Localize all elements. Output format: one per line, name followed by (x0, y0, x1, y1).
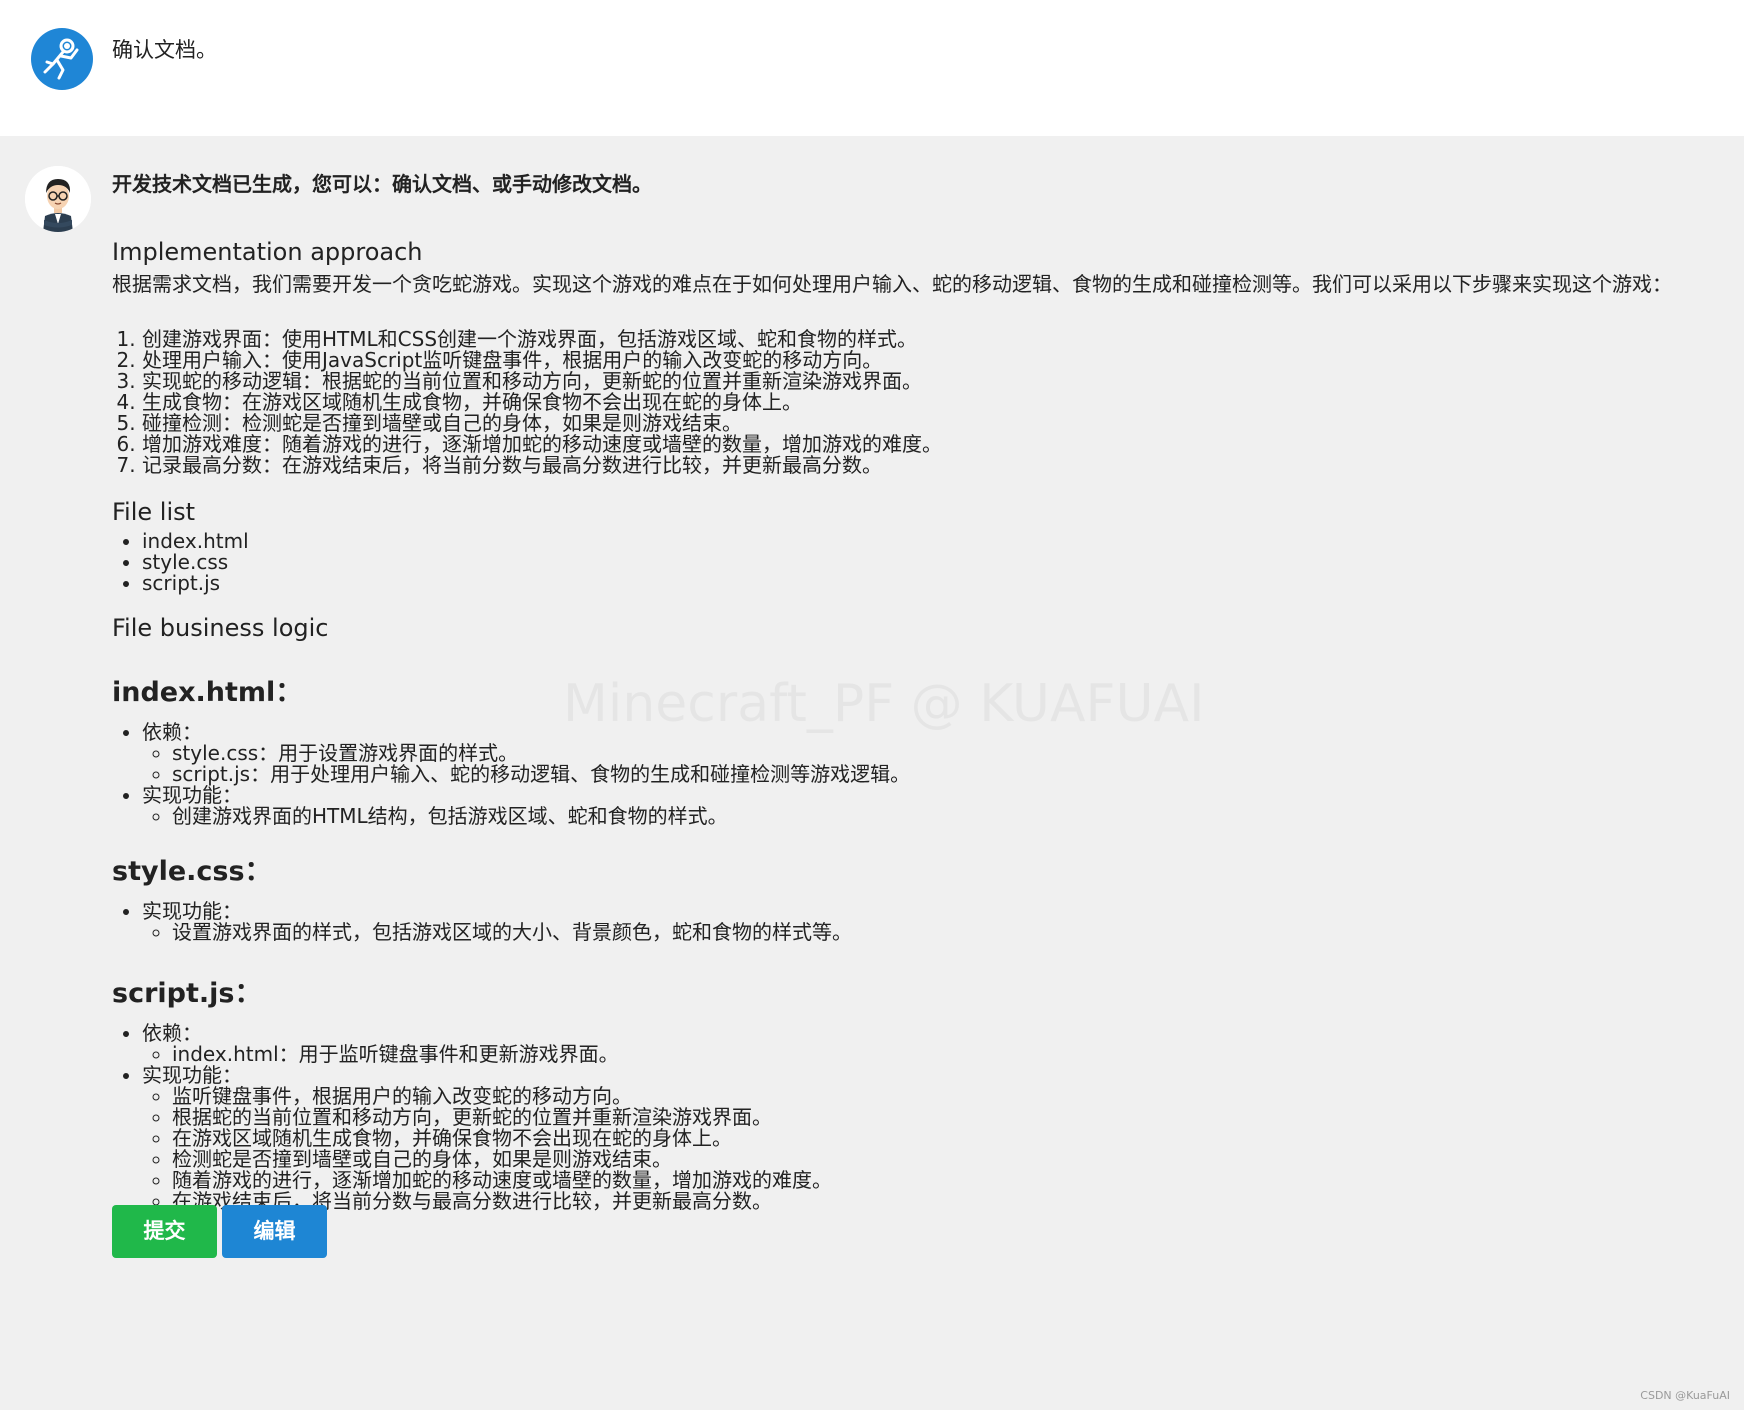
heading-implementation-approach: Implementation approach (112, 238, 423, 266)
list-item: 创建游戏界面的HTML结构，包括游戏区域、蛇和食物的样式。 (172, 806, 910, 827)
list-item: 实现蛇的移动逻辑：根据蛇的当前位置和移动方向，更新蛇的位置并重新渲染游戏界面。 (142, 371, 942, 392)
list-item: index.html：用于监听键盘事件和更新游戏界面。 (172, 1044, 832, 1065)
edit-button[interactable]: 编辑 (222, 1205, 327, 1258)
style-css-details: 实现功能： 设置游戏界面的样式，包括游戏区域的大小、背景颜色，蛇和食物的样式等。 (112, 901, 852, 943)
index-html-details: 依赖： style.css：用于设置游戏界面的样式。 script.js：用于处… (112, 722, 910, 827)
list-item: 检测蛇是否撞到墙壁或自己的身体，如果是则游戏结束。 (172, 1149, 832, 1170)
list-item: script.js：用于处理用户输入、蛇的移动逻辑、食物的生成和碰撞检测等游戏逻… (172, 764, 910, 785)
heading-index-html: index.html： (112, 677, 303, 708)
heading-script-js: script.js： (112, 978, 262, 1009)
list-item: 碰撞检测：检测蛇是否撞到墙壁或自己的身体，如果是则游戏结束。 (142, 413, 942, 434)
heading-style-css: style.css： (112, 856, 272, 887)
astronaut-icon (31, 28, 93, 90)
credit-text: CSDN @KuaFuAI (1640, 1389, 1730, 1402)
watermark: Minecraft_PF @ KUAFUAI (563, 674, 1204, 734)
bot-intro: 开发技术文档已生成，您可以：确认文档、或手动修改文档。 (112, 172, 652, 196)
heading-file-list: File list (112, 498, 196, 526)
list-item: 依赖： index.html：用于监听键盘事件和更新游戏界面。 (142, 1023, 832, 1065)
list-item: 增加游戏难度：随着游戏的进行，逐渐增加蛇的移动速度或墙壁的数量，增加游戏的难度。 (142, 434, 942, 455)
list-item: 在游戏区域随机生成食物，并确保食物不会出现在蛇的身体上。 (172, 1128, 832, 1149)
list-item: 监听键盘事件，根据用户的输入改变蛇的移动方向。 (172, 1086, 832, 1107)
list-item: 设置游戏界面的样式，包括游戏区域的大小、背景颜色，蛇和食物的样式等。 (172, 922, 852, 943)
list-item: script.js (142, 573, 249, 594)
script-js-details: 依赖： index.html：用于监听键盘事件和更新游戏界面。 实现功能： 监听… (112, 1023, 832, 1212)
approach-steps: 创建游戏界面：使用HTML和CSS创建一个游戏界面，包括游戏区域、蛇和食物的样式… (112, 329, 942, 476)
list-item: 根据蛇的当前位置和移动方向，更新蛇的位置并重新渲染游戏界面。 (172, 1107, 832, 1128)
list-item: style.css (142, 552, 249, 573)
list-item: 实现功能： 创建游戏界面的HTML结构，包括游戏区域、蛇和食物的样式。 (142, 785, 910, 827)
list-item: 处理用户输入：使用JavaScript监听键盘事件，根据用户的输入改变蛇的移动方… (142, 350, 942, 371)
user-message-text: 确认文档。 (112, 38, 217, 62)
approach-paragraph: 根据需求文档，我们需要开发一个贪吃蛇游戏。实现这个游戏的难点在于如何处理用户输入… (112, 272, 1672, 296)
list-item: 实现功能： 监听键盘事件，根据用户的输入改变蛇的移动方向。 根据蛇的当前位置和移… (142, 1065, 832, 1212)
list-item: 记录最高分数：在游戏结束后，将当前分数与最高分数进行比较，并更新最高分数。 (142, 455, 942, 476)
list-item: 随着游戏的进行，逐渐增加蛇的移动速度或墙壁的数量，增加游戏的难度。 (172, 1170, 832, 1191)
list-item: 实现功能： 设置游戏界面的样式，包括游戏区域的大小、背景颜色，蛇和食物的样式等。 (142, 901, 852, 943)
heading-file-business-logic: File business logic (112, 614, 329, 642)
developer-avatar (25, 166, 91, 232)
user-message: 确认文档。 (0, 0, 1744, 136)
list-item: style.css：用于设置游戏界面的样式。 (172, 743, 910, 764)
submit-button[interactable]: 提交 (112, 1205, 217, 1258)
list-item: 创建游戏界面：使用HTML和CSS创建一个游戏界面，包括游戏区域、蛇和食物的样式… (142, 329, 942, 350)
list-item: index.html (142, 531, 249, 552)
file-list: index.html style.css script.js (112, 531, 249, 594)
list-item: 生成食物：在游戏区域随机生成食物，并确保食物不会出现在蛇的身体上。 (142, 392, 942, 413)
